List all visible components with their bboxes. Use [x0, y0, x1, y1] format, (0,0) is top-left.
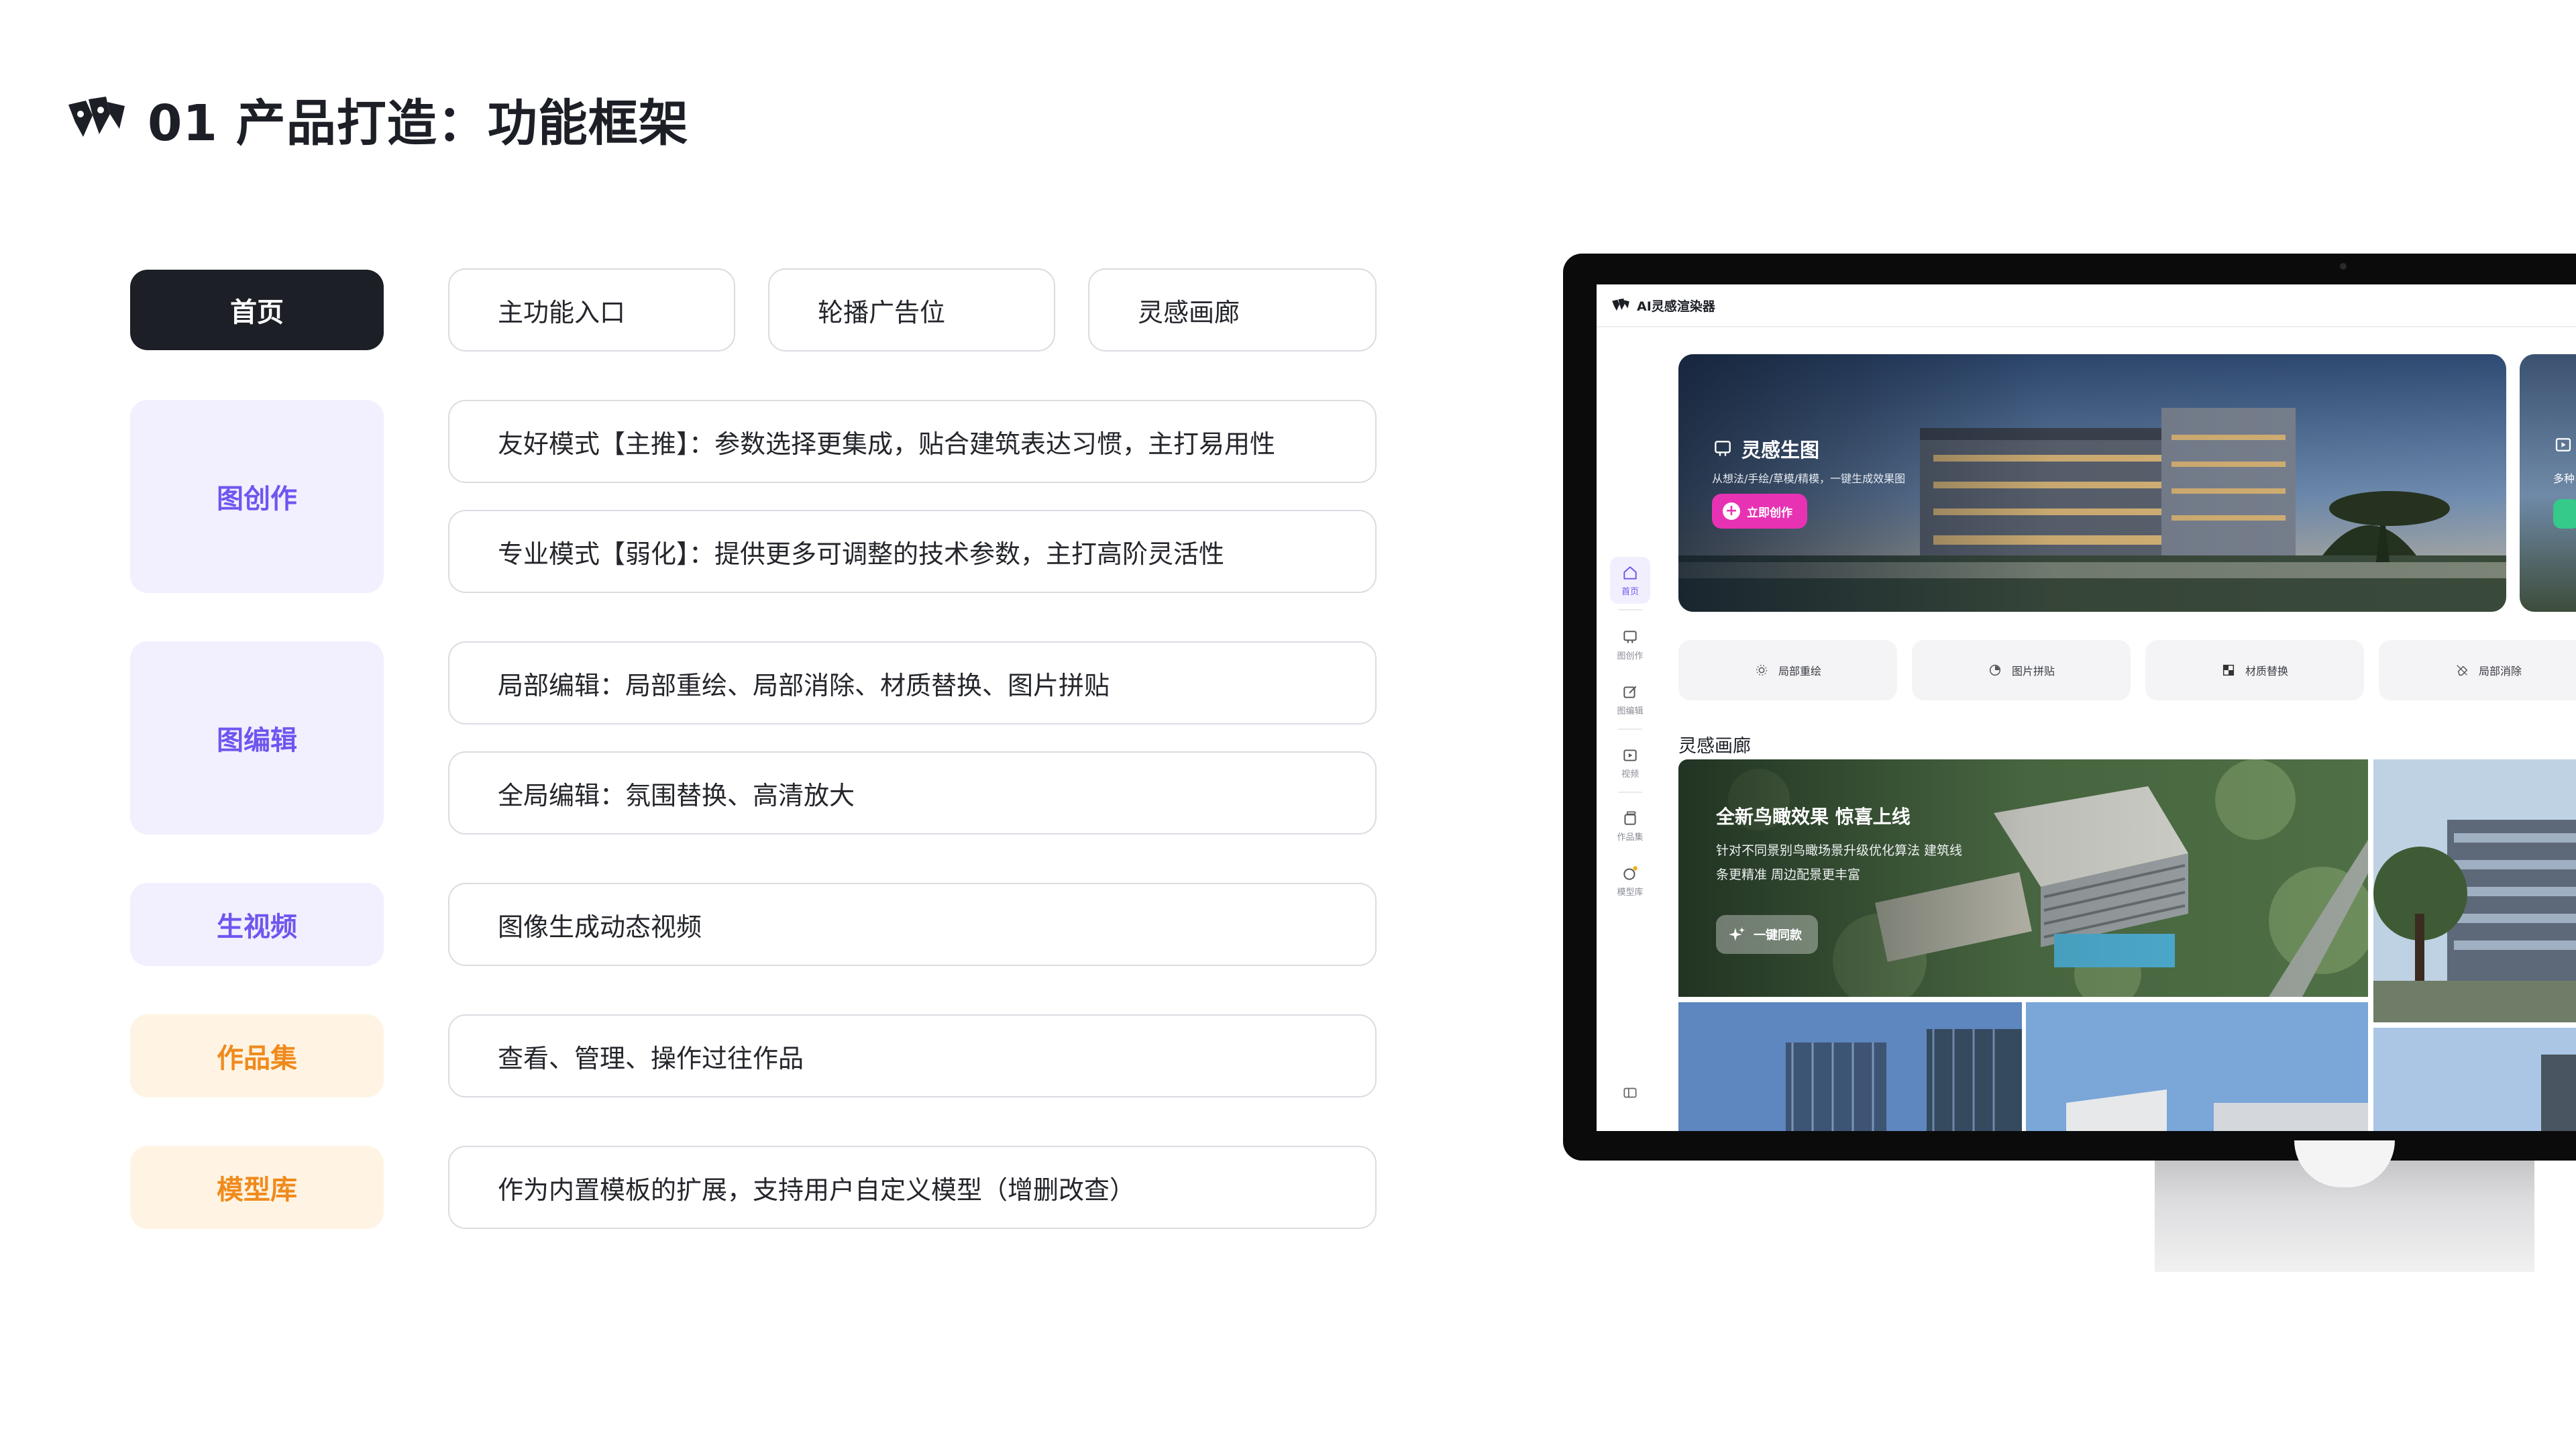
sparkle-icon	[1729, 927, 1745, 941]
gallery-thumbnail[interactable]	[2373, 1028, 2576, 1131]
sidebar-collapse-button[interactable]	[1610, 1069, 1650, 1116]
building-photo	[1678, 1002, 2022, 1131]
building-photo	[2026, 1002, 2368, 1131]
feature-main-entry: 主功能入口	[448, 268, 735, 352]
sidebar-divider	[1618, 729, 1642, 730]
gallery-thumbnail[interactable]	[2026, 1002, 2368, 1131]
category-video-generation: 生视频	[130, 883, 384, 966]
material-icon	[2222, 664, 2235, 676]
page-header: 01 产品打造：功能框架	[66, 87, 689, 152]
sidebar-item-image-edit[interactable]: 图编辑	[1610, 676, 1650, 723]
building-photo	[2373, 1028, 2576, 1131]
video-icon	[2555, 438, 2571, 451]
app-sidebar: 首页 图创作 图编辑 视频 作品集 模型库	[1597, 329, 1664, 1131]
category-home: 首页	[130, 270, 384, 350]
hero-next-subtitle: 多种	[2553, 472, 2575, 485]
tool-material-replace[interactable]: 材质替换	[2145, 640, 2364, 700]
sidebar-divider	[1618, 792, 1642, 793]
erase-icon	[2457, 665, 2468, 676]
feature-global-edit: 全局编辑：氛围替换、高清放大	[448, 751, 1377, 835]
sidebar-item-home[interactable]: 首页	[1610, 557, 1650, 604]
page-title: 01 产品打造：功能框架	[148, 94, 689, 152]
gallery-thumbnail[interactable]	[2373, 759, 2576, 1022]
sidebar-item-image-create[interactable]: 图创作	[1610, 621, 1650, 668]
gallery-title: 灵感画廊	[1678, 736, 1751, 757]
tool-image-collage[interactable]: 图片拼贴	[1912, 640, 2131, 700]
hero-subtitle: 从想法/手绘/草模/精模，一键生成效果图	[1712, 472, 1906, 485]
feature-pro-mode: 专业模式【弱化】：提供更多可调整的技术参数，主打高阶灵活性	[448, 510, 1377, 593]
edit-icon	[1623, 686, 1637, 698]
feature-image-to-video: 图像生成动态视频	[448, 883, 1377, 966]
model-icon	[1623, 865, 1638, 880]
monitor-mockup: AI灵感渲染器 首页 图创作 图编辑 视频 作品集 模型库 灵感生图 从想法/手…	[1563, 254, 2576, 1161]
feature-custom-models: 作为内置模板的扩展，支持用户自定义模型（增删改查）	[448, 1146, 1377, 1229]
app-logo-icon	[1612, 298, 1629, 311]
create-now-button[interactable]: + 立即创作	[1712, 494, 1807, 529]
sidebar-item-portfolio[interactable]: 作品集	[1610, 802, 1650, 849]
hero-banner-next[interactable]: 多种	[2520, 354, 2576, 612]
feature-inspiration-gallery: 灵感画廊	[1088, 268, 1377, 352]
hero-banner[interactable]: 灵感生图 从想法/手绘/草模/精模，一键生成效果图 + 立即创作	[1678, 354, 2506, 612]
gallery-feature-description: 针对不同景别鸟瞰场景升级优化算法 建筑线条更精准 周边配景更丰富	[1716, 843, 1963, 882]
feature-friendly-mode: 友好模式【主推】：参数选择更集成，贴合建筑表达习惯，主打易用性	[448, 400, 1377, 483]
app-header: AI灵感渲染器	[1597, 284, 2576, 327]
image-create-icon	[1715, 441, 1731, 456]
plus-icon: +	[1723, 502, 1740, 520]
tool-local-erase[interactable]: 局部消除	[2379, 640, 2576, 700]
category-model-library: 模型库	[130, 1146, 384, 1229]
app-screenshot: AI灵感渲染器 首页 图创作 图编辑 视频 作品集 模型库 灵感生图 从想法/手…	[1597, 284, 2576, 1131]
monitor-camera	[2340, 263, 2347, 270]
portfolio-icon	[1624, 810, 1636, 825]
hero-title: 灵感生图	[1712, 435, 1819, 463]
one-click-same-style-button[interactable]: 一键同款	[1716, 915, 1818, 954]
category-image-editing: 图编辑	[130, 641, 384, 835]
video-icon	[1623, 749, 1637, 761]
app-name: AI灵感渲染器	[1637, 299, 1715, 314]
image-create-icon	[1623, 630, 1637, 643]
feature-manage-works: 查看、管理、操作过往作品	[448, 1014, 1377, 1097]
sidebar-item-model-library[interactable]: 模型库	[1610, 857, 1650, 904]
feature-carousel-ad: 轮播广告位	[768, 268, 1055, 352]
hero-next-button[interactable]	[2553, 499, 2576, 529]
gallery-thumbnail[interactable]	[1678, 1002, 2022, 1131]
repaint-icon	[1756, 665, 1767, 676]
category-image-creation: 图创作	[130, 400, 384, 593]
sidebar-item-video[interactable]: 视频	[1610, 739, 1650, 786]
gallery-feature-title: 全新鸟瞰效果 惊喜上线	[1716, 806, 1911, 828]
sidebar-toggle-icon	[1623, 1087, 1637, 1098]
gallery-feature-card[interactable]: 全新鸟瞰效果 惊喜上线 针对不同景别鸟瞰场景升级优化算法 建筑线条更精准 周边配…	[1678, 759, 2368, 997]
sidebar-divider	[1618, 609, 1642, 610]
category-portfolio: 作品集	[130, 1014, 384, 1097]
feature-local-edit: 局部编辑：局部重绘、局部消除、材质替换、图片拼贴	[448, 641, 1377, 724]
building-photo	[2373, 759, 2576, 1022]
collage-icon	[1989, 664, 2001, 676]
brand-logo-icon	[68, 97, 125, 137]
tool-local-repaint[interactable]: 局部重绘	[1678, 640, 1897, 700]
home-icon	[1623, 566, 1637, 580]
